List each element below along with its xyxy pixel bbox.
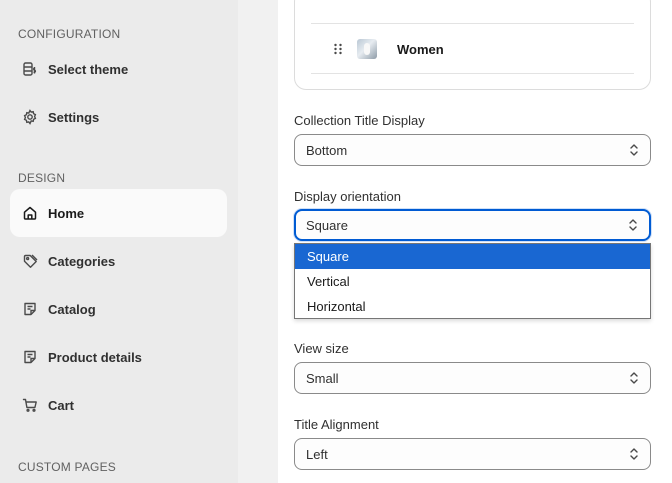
select-value: Left — [306, 446, 328, 462]
drag-handle-icon[interactable] — [331, 42, 345, 56]
view-size-label: View size — [294, 341, 349, 356]
sidebar: CONFIGURATION Select theme Settings DESI… — [0, 0, 238, 483]
display-orientation-label: Display orientation — [294, 189, 401, 204]
sidebar-item-settings[interactable]: Settings — [10, 93, 227, 141]
sidebar-item-label: Home — [48, 205, 85, 221]
section-heading-configuration: CONFIGURATION — [18, 27, 121, 41]
sidebar-item-product-details[interactable]: Product details — [10, 333, 227, 381]
list-divider — [311, 73, 634, 74]
collection-name: Women — [397, 41, 444, 57]
chevron-up-down-icon — [628, 217, 638, 233]
display-orientation-dropdown: Square Vertical Horizontal — [294, 243, 651, 319]
sidebar-item-categories[interactable]: Categories — [10, 237, 227, 285]
settings-panel: Women Collection Title Display Bottom Di… — [278, 0, 672, 483]
collection-thumbnail — [357, 39, 377, 59]
display-orientation-select[interactable]: Square — [294, 209, 651, 241]
sidebar-item-label: Product details — [48, 349, 142, 365]
list-item[interactable]: Women — [331, 35, 444, 63]
chevron-up-down-icon — [629, 370, 639, 386]
sidebar-item-label: Settings — [48, 109, 100, 125]
gear-icon — [22, 109, 38, 125]
sidebar-item-cart[interactable]: Cart — [10, 381, 227, 429]
select-value: Small — [306, 370, 339, 386]
section-heading-design: DESIGN — [18, 171, 66, 185]
chevron-up-down-icon — [629, 446, 639, 462]
dropdown-option-vertical[interactable]: Vertical — [295, 269, 650, 294]
sidebar-item-label: Select theme — [48, 61, 129, 77]
select-value: Bottom — [306, 142, 348, 158]
dropdown-option-square[interactable]: Square — [295, 244, 650, 269]
sidebar-item-label: Catalog — [48, 301, 96, 317]
title-alignment-label: Title Alignment — [294, 417, 379, 432]
sidebar-item-select-theme[interactable]: Select theme — [10, 45, 227, 93]
collection-title-display-select[interactable]: Bottom — [294, 134, 651, 166]
view-size-select[interactable]: Small — [294, 362, 651, 394]
collection-title-display-label: Collection Title Display — [294, 113, 425, 128]
dropdown-option-horizontal[interactable]: Horizontal — [295, 294, 650, 319]
tag-icon — [22, 253, 38, 269]
chevron-up-down-icon — [629, 142, 639, 158]
product-icon — [22, 349, 38, 365]
layout-gutter — [238, 0, 278, 483]
select-value: Square — [306, 217, 348, 233]
cart-icon — [22, 397, 38, 413]
sidebar-item-label: Cart — [48, 397, 75, 413]
theme-icon — [22, 61, 38, 77]
sidebar-item-home[interactable]: Home — [10, 189, 227, 237]
section-heading-custom-pages: CUSTOM PAGES — [18, 460, 116, 474]
title-alignment-select[interactable]: Left — [294, 438, 651, 470]
sidebar-item-catalog[interactable]: Catalog — [10, 285, 227, 333]
catalog-icon — [22, 301, 38, 317]
sidebar-item-label: Categories — [48, 253, 116, 269]
list-divider — [311, 23, 634, 24]
home-icon — [22, 205, 38, 221]
collection-list-card: Women — [294, 0, 651, 90]
